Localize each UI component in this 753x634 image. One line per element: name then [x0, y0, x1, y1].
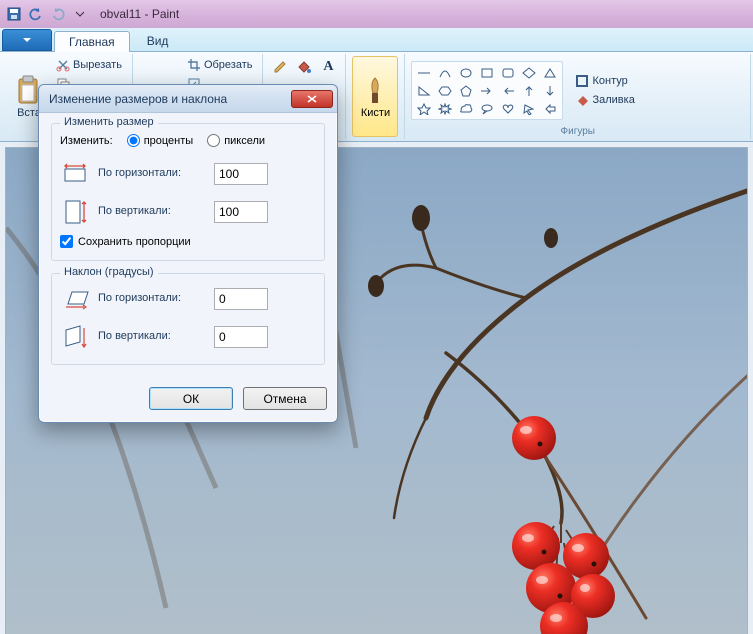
resize-groupbox: Изменить размер Изменить: проценты пиксе… — [51, 123, 325, 261]
shapes-label: Фигуры — [411, 126, 744, 137]
tab-strip: Главная Вид — [0, 28, 753, 52]
resize-horizontal-input[interactable] — [214, 163, 268, 185]
skew-horizontal-label: По горизонтали: — [98, 292, 206, 305]
skew-groupbox: Наклон (градусы) По горизонтали: По верт… — [51, 273, 325, 365]
crop-icon — [187, 58, 201, 72]
radio-percent[interactable]: проценты — [127, 134, 194, 147]
dialog-titlebar[interactable]: Изменение размеров и наклона — [39, 85, 337, 113]
keep-aspect-checkbox[interactable] — [60, 235, 73, 248]
cancel-button[interactable]: Отмена — [243, 387, 327, 410]
cut-button[interactable]: Вырезать — [52, 56, 126, 74]
text-tool[interactable]: A — [317, 56, 339, 78]
ribbon-group-brushes: Кисти — [346, 54, 405, 139]
window-titlebar: obval11 - Paint — [0, 0, 753, 28]
brushes-button[interactable]: Кисти — [352, 56, 398, 137]
crop-button[interactable]: Обрезать — [183, 56, 257, 74]
app-menu-button[interactable] — [2, 29, 52, 51]
skew-vertical-label: По вертикали: — [98, 330, 206, 343]
save-icon[interactable] — [4, 4, 24, 24]
dialog-title: Изменение размеров и наклона — [49, 92, 227, 106]
skew-vertical-input[interactable] — [214, 326, 268, 348]
skew-vertical-icon — [60, 322, 90, 352]
resize-horizontal-icon — [60, 159, 90, 189]
pencil-tool[interactable] — [269, 56, 291, 78]
quick-access-toolbar — [4, 4, 90, 24]
tab-view[interactable]: Вид — [132, 30, 184, 51]
qat-dropdown-icon[interactable] — [70, 4, 90, 24]
skew-horizontal-icon — [60, 284, 90, 314]
undo-icon[interactable] — [26, 4, 46, 24]
scissors-icon — [56, 58, 70, 72]
close-icon — [307, 95, 317, 103]
shapes-gallery[interactable] — [411, 61, 563, 120]
redo-icon[interactable] — [48, 4, 68, 24]
radio-pixels[interactable]: пиксели — [207, 134, 265, 147]
shape-fill-button[interactable]: Заливка — [571, 91, 638, 109]
keep-aspect-label: Сохранить пропорции — [78, 236, 191, 248]
dialog-close-button[interactable] — [291, 90, 333, 108]
shape-outline-button[interactable]: Контур — [571, 72, 638, 90]
resize-vertical-input[interactable] — [214, 201, 268, 223]
resize-by-label: Изменить: — [60, 135, 113, 147]
ribbon-group-shapes: Контур Заливка Фигуры — [405, 54, 751, 139]
ok-button[interactable]: ОК — [149, 387, 233, 410]
skew-horizontal-input[interactable] — [214, 288, 268, 310]
tab-home[interactable]: Главная — [54, 31, 130, 52]
resize-vertical-icon — [60, 197, 90, 227]
skew-legend: Наклон (градусы) — [60, 266, 158, 278]
outline-icon — [575, 74, 589, 88]
fill-tool[interactable] — [293, 56, 315, 78]
fill-icon — [575, 93, 589, 107]
resize-vertical-label: По вертикали: — [98, 205, 206, 218]
window-title: obval11 - Paint — [100, 7, 179, 21]
resize-skew-dialog: Изменение размеров и наклона Изменить ра… — [38, 84, 338, 423]
resize-horizontal-label: По горизонтали: — [98, 167, 206, 180]
resize-legend: Изменить размер — [60, 116, 158, 128]
